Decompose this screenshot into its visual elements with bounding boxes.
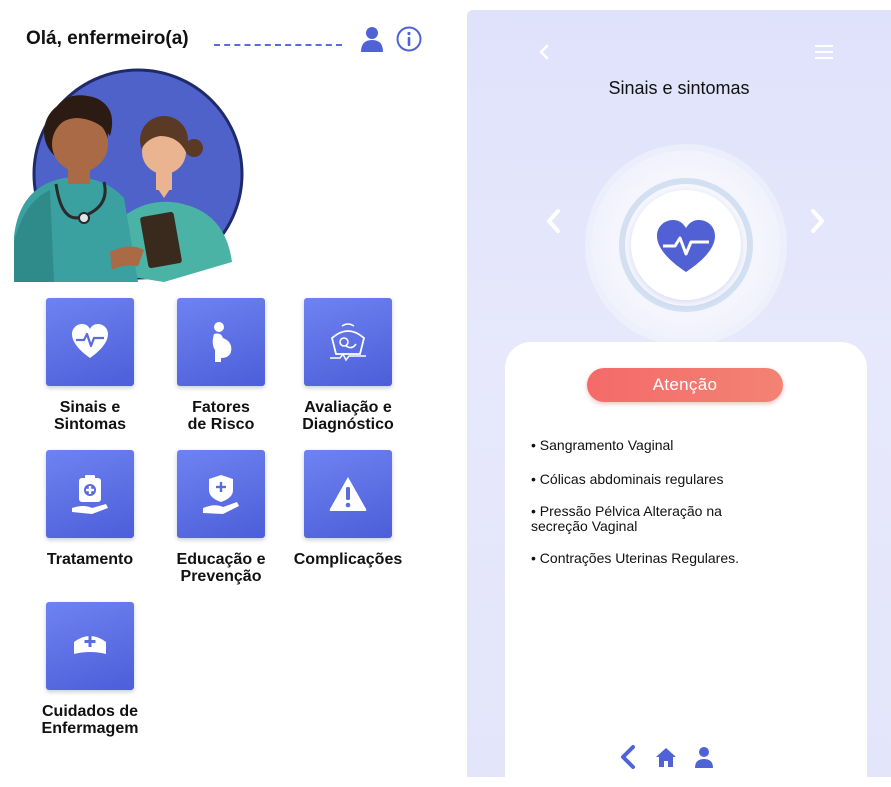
nurses-illustration [14, 68, 244, 282]
symptoms-card: Atenção • Sangramento Vaginal • Cólicas … [505, 342, 867, 787]
tile-nursing-care[interactable] [46, 602, 134, 690]
page-title: Sinais e sintomas [608, 78, 750, 98]
nurse-cap-icon [74, 636, 106, 654]
back-nav-icon[interactable] [617, 744, 639, 770]
tile-education-prevention[interactable] [177, 450, 265, 538]
home-screen: Olá, enfermeiro(a) Sinais e Sintomas Fat… [0, 0, 445, 777]
previous-arrow-icon[interactable] [544, 208, 562, 234]
nurse-name-blank [214, 44, 342, 46]
tile-label-signs-symptoms: Sinais e Sintomas [53, 399, 126, 433]
signs-symptoms-screen: Sinais e sintomas Atenção • Sangramento … [467, 10, 891, 787]
back-icon[interactable] [537, 44, 551, 60]
tile-label-treatment: Tratamento [46, 551, 134, 568]
symptom-item: • Cólicas abdominais regulares [531, 471, 724, 487]
info-icon[interactable] [396, 26, 422, 52]
user-icon[interactable] [360, 26, 384, 52]
tile-assessment-diagnosis[interactable] [304, 298, 392, 386]
warning-triangle-icon [329, 477, 367, 511]
symptom-item: • Contrações Uterinas Regulares. [531, 550, 739, 566]
tile-risk-factors[interactable] [177, 298, 265, 386]
menu-icon[interactable] [815, 44, 833, 60]
symptom-item: • Pressão Pélvica Alteração na secreção … [531, 503, 722, 534]
next-arrow-icon[interactable] [809, 208, 827, 234]
attention-button[interactable]: Atenção [587, 368, 783, 402]
tile-label-nursing-care: Cuidados de Enfermagem [41, 703, 139, 737]
tile-treatment[interactable] [46, 450, 134, 538]
tile-label-education-prevention: Educação e Prevenção [176, 551, 266, 585]
tile-complications[interactable] [304, 450, 392, 538]
medical-kit-hand-icon [72, 475, 108, 514]
tile-label-assessment-diagnosis: Avaliação e Diagnóstico [302, 399, 394, 433]
ultrasound-baby-icon [330, 323, 366, 362]
profile-icon[interactable] [693, 744, 715, 770]
pregnant-woman-icon [212, 322, 232, 362]
tile-label-complications: Complicações [293, 551, 403, 568]
greeting-text: Olá, enfermeiro(a) [26, 28, 189, 49]
home-icon[interactable] [655, 744, 677, 770]
tile-label-risk-factors: Fatores de Risco [187, 399, 255, 433]
shield-hand-icon [203, 475, 239, 514]
tile-signs-symptoms[interactable] [46, 298, 134, 386]
symptom-item: • Sangramento Vaginal [531, 437, 674, 453]
heart-pulse-icon [72, 324, 108, 358]
heart-pulse-icon [657, 220, 715, 272]
